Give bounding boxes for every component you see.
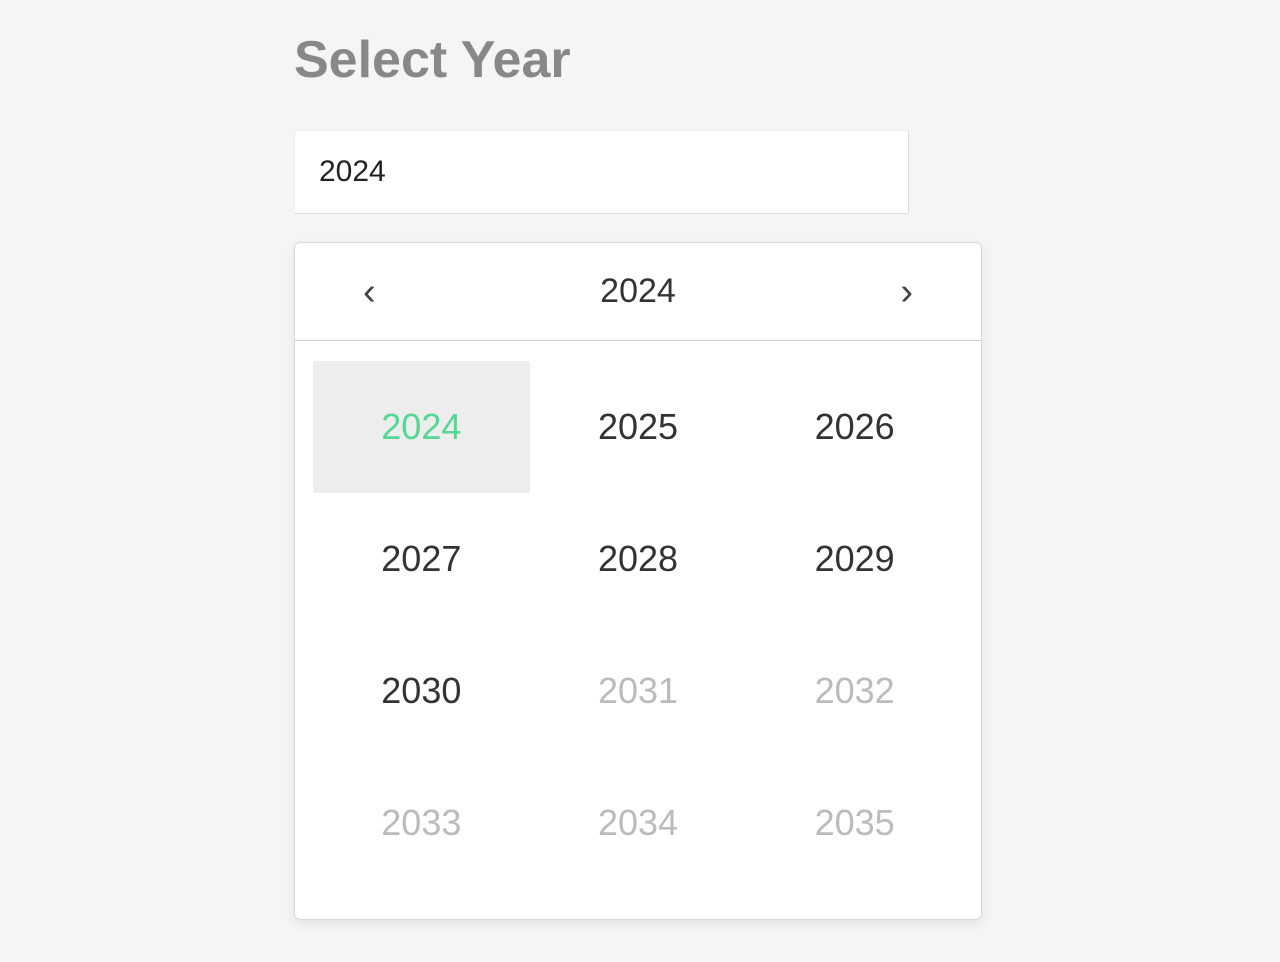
year-cell[interactable]: 2030	[313, 625, 530, 757]
year-picker-panel: ‹ 2024 › 2024 2025 2026 2027 2028 2029 2…	[294, 242, 982, 920]
next-button[interactable]: ›	[892, 265, 921, 319]
prev-button[interactable]: ‹	[355, 265, 384, 319]
year-cell: 2034	[530, 757, 747, 889]
year-cell[interactable]: 2029	[746, 493, 963, 625]
year-grid: 2024 2025 2026 2027 2028 2029 2030 2031 …	[295, 341, 981, 919]
header-year-label[interactable]: 2024	[600, 272, 676, 311]
chevron-right-icon: ›	[900, 271, 913, 313]
year-cell[interactable]: 2028	[530, 493, 747, 625]
chevron-left-icon: ‹	[363, 271, 376, 313]
year-cell[interactable]: 2027	[313, 493, 530, 625]
year-cell[interactable]: 2026	[746, 361, 963, 493]
picker-header: ‹ 2024 ›	[295, 243, 981, 341]
year-cell: 2031	[530, 625, 747, 757]
year-cell[interactable]: 2025	[530, 361, 747, 493]
page-title: Select Year	[294, 30, 1280, 90]
year-cell: 2032	[746, 625, 963, 757]
year-cell[interactable]: 2024	[313, 361, 530, 493]
year-input[interactable]	[294, 130, 909, 214]
year-cell: 2035	[746, 757, 963, 889]
year-cell: 2033	[313, 757, 530, 889]
